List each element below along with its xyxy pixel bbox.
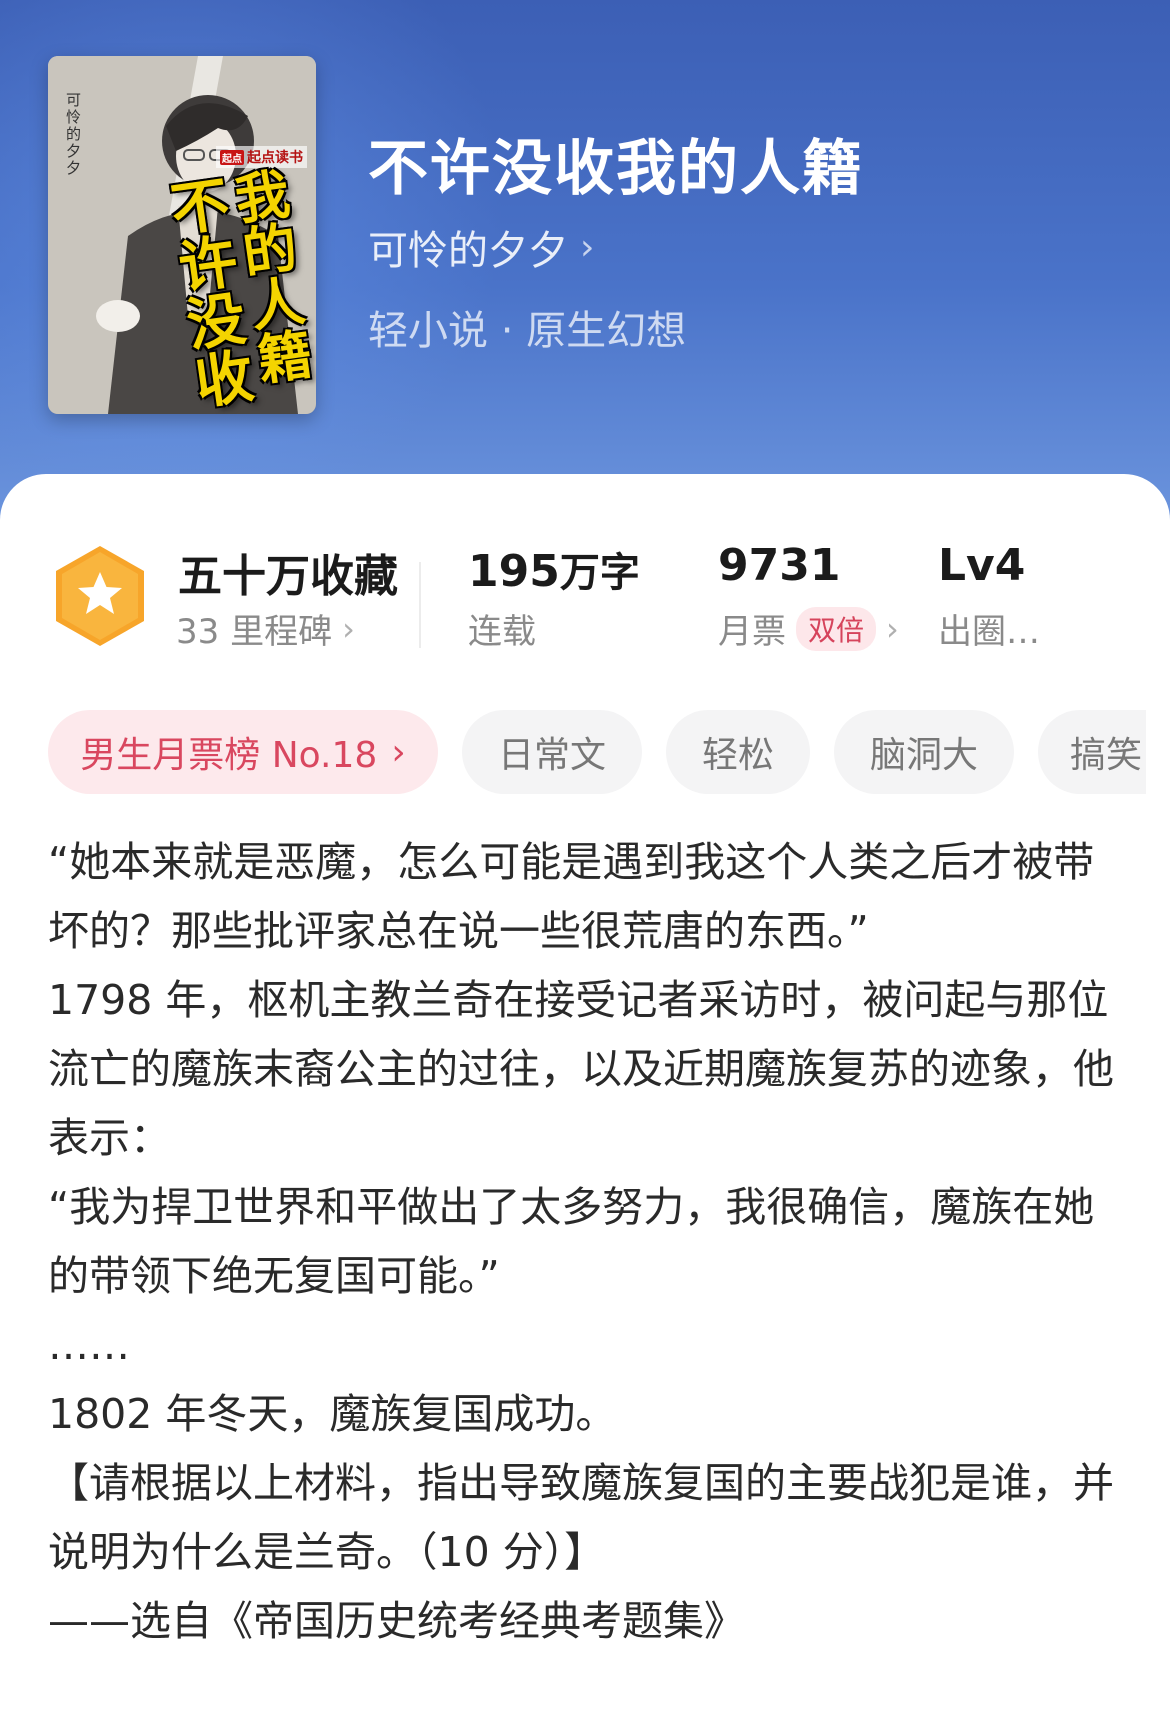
- tag-chip[interactable]: 搞笑: [1038, 710, 1146, 794]
- tag-chips: 男生月票榜 No.18 › 日常文 轻松 脑洞大 搞笑: [48, 710, 1146, 796]
- detail-sheet: 五十万收藏 33 里程碑 › 195万字 连载 9731 月票 双倍 › Lv4…: [0, 474, 1170, 1728]
- book-description[interactable]: “她本来就是恶魔，怎么可能是遇到我这个人类之后才被带坏的？那些批评家总在说一些很…: [48, 828, 1128, 1656]
- tag-chip[interactable]: 脑洞大: [834, 710, 1014, 794]
- description-paragraph: “她本来就是恶魔，怎么可能是遇到我这个人类之后才被带坏的？那些批评家总在说一些很…: [48, 838, 1095, 955]
- description-paragraph: 【请根据以上材料，指出导致魔族复国的主要战犯是谁，并说明为什么是兰奇。（10 分…: [48, 1459, 1114, 1576]
- book-header: 可怜的夕夕 起点 起点读书 不许没收 我的人籍 不许没收我的人籍 可怜的夕夕 › …: [0, 0, 1170, 520]
- description-paragraph: 1802 年冬天，魔族复国成功。: [48, 1390, 617, 1438]
- monthly-votes-link[interactable]: 月票 双倍 ›: [718, 604, 899, 653]
- author-name: 可怜的夕夕: [368, 228, 568, 274]
- chevron-right-icon: ›: [580, 226, 595, 268]
- book-genre: 轻小说 · 原生幻想: [368, 308, 687, 354]
- description-paragraph: 1798 年，枢机主教兰奇在接受记者采访时，被问起与那位流亡的魔族末裔公主的过往…: [48, 976, 1114, 1162]
- level-label[interactable]: 出圈…: [938, 604, 1040, 653]
- chevron-right-icon: ›: [342, 609, 355, 648]
- milestones-label: 33 里程碑: [176, 612, 333, 652]
- serial-status: 连载: [468, 612, 536, 652]
- book-cover[interactable]: 可怜的夕夕 起点 起点读书 不许没收 我的人籍: [48, 56, 316, 414]
- tag-chip[interactable]: 日常文: [462, 710, 642, 794]
- double-votes-badge: 双倍: [796, 606, 877, 651]
- author-link[interactable]: 可怜的夕夕 ›: [368, 218, 594, 276]
- description-paragraph: ……: [48, 1321, 130, 1369]
- description-paragraph: ——选自《帝国历史统考经典考题集》: [48, 1597, 745, 1645]
- rank-chip-label: 男生月票榜 No.18: [80, 735, 378, 776]
- stats-divider: [419, 562, 421, 648]
- milestones-link[interactable]: 33 里程碑 ›: [176, 604, 355, 653]
- monthly-votes-label: 月票: [718, 612, 786, 652]
- tag-chip[interactable]: 轻松: [666, 710, 810, 794]
- book-title: 不许没收我的人籍: [368, 134, 864, 204]
- stats-row: 五十万收藏 33 里程碑 › 195万字 连载 9731 月票 双倍 › Lv4…: [0, 534, 1170, 654]
- level-value: Lv4: [938, 540, 1026, 591]
- word-count: 195万字: [468, 546, 640, 597]
- rank-chip[interactable]: 男生月票榜 No.18 ›: [48, 710, 438, 794]
- cover-brand-logo: 起点 起点读书: [216, 146, 307, 168]
- description-paragraph: “我为捍卫世界和平做出了太多努力，我很确信，魔族在她的带领下绝无复国可能。”: [48, 1183, 1095, 1300]
- star-hexagon-icon: [56, 546, 144, 646]
- cover-author-text: 可怜的夕夕: [64, 92, 82, 177]
- favorites-count: 五十万收藏: [178, 551, 398, 602]
- chevron-right-icon: ›: [391, 731, 406, 773]
- chevron-right-icon: ›: [886, 609, 899, 648]
- monthly-votes-count: 9731: [718, 540, 841, 591]
